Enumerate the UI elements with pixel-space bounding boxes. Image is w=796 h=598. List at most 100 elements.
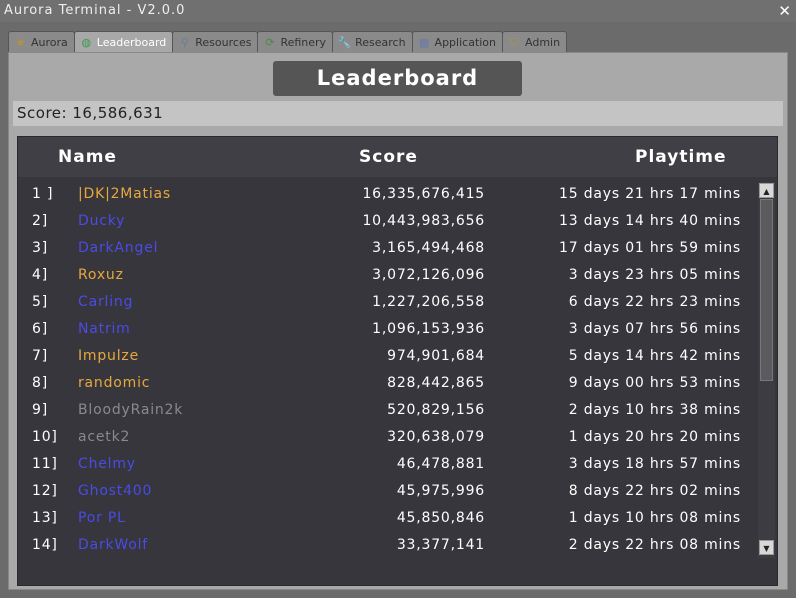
globe-icon: ◍ bbox=[81, 36, 92, 49]
tab-label: Aurora bbox=[31, 35, 68, 49]
rank: 2] bbox=[32, 213, 48, 229]
player-score-value: 974,901,684 bbox=[387, 348, 485, 364]
playtime: 13 days 14 hrs 40 mins bbox=[559, 213, 741, 229]
rank: 6] bbox=[32, 321, 48, 337]
tab-label: Resources bbox=[195, 35, 252, 49]
player-score: Score: 16,586,631 bbox=[13, 101, 783, 126]
player-score-value: 3,072,126,096 bbox=[372, 267, 485, 283]
player-name: DarkAngel bbox=[78, 240, 159, 256]
player-score-value: 45,850,846 bbox=[396, 510, 485, 526]
scrollbar[interactable]: ▲ ▼ bbox=[758, 182, 775, 558]
player-name: BloodyRain2k bbox=[78, 402, 184, 418]
playtime: 8 days 22 hrs 02 mins bbox=[568, 483, 741, 499]
column-header-playtime[interactable]: Playtime bbox=[635, 147, 727, 167]
player-score-value: 10,443,983,656 bbox=[362, 213, 485, 229]
playtime: 3 days 18 hrs 57 mins bbox=[568, 456, 741, 472]
tab-label: Research bbox=[355, 35, 406, 49]
page-title: Leaderboard bbox=[273, 61, 522, 96]
title-bar: Aurora Terminal - V2.0.0 ✕ bbox=[0, 0, 796, 22]
player-score-value: 1,096,153,936 bbox=[372, 321, 485, 337]
player-score-value: 3,165,494,468 bbox=[372, 240, 485, 256]
tab-refinery[interactable]: ⟳ Refinery bbox=[257, 31, 334, 53]
player-name: acetk2 bbox=[78, 429, 131, 445]
player-score-value: 33,377,141 bbox=[396, 537, 485, 553]
rank: 8] bbox=[32, 375, 48, 391]
rank: 11] bbox=[32, 456, 58, 472]
tab-label: Leaderboard bbox=[96, 35, 167, 49]
player-name: DarkWolf bbox=[78, 537, 149, 553]
table-row[interactable]: 11] Chelmy 46,478,881 3 days 18 hrs 57 m… bbox=[18, 452, 758, 479]
table-row[interactable]: 7] Impulze 974,901,684 5 days 14 hrs 42 … bbox=[18, 344, 758, 371]
player-name: |DK|2Matias bbox=[78, 186, 172, 202]
star-icon: ★ bbox=[15, 36, 26, 49]
player-name: Roxuz bbox=[78, 267, 124, 283]
rank: 7] bbox=[32, 348, 48, 364]
grid-icon: ▦ bbox=[418, 36, 430, 49]
scrollbar-thumb[interactable] bbox=[760, 199, 773, 381]
rank: 13] bbox=[32, 510, 58, 526]
column-header-name[interactable]: Name bbox=[58, 147, 117, 167]
scroll-down-button[interactable]: ▼ bbox=[759, 540, 774, 555]
wrench-icon: 🔧 bbox=[337, 36, 352, 49]
rank: 14] bbox=[32, 537, 58, 553]
tab-research[interactable]: 🔧 Research bbox=[332, 31, 413, 53]
player-score-value: 16,335,676,415 bbox=[362, 186, 485, 202]
table-row[interactable]: 6] Natrim 1,096,153,936 3 days 07 hrs 56… bbox=[18, 317, 758, 344]
table-row[interactable]: 1 ] |DK|2Matias 16,335,676,415 15 days 2… bbox=[18, 182, 758, 209]
close-button[interactable]: ✕ bbox=[778, 0, 792, 22]
table-row[interactable]: 14] DarkWolf 33,377,141 2 days 22 hrs 08… bbox=[18, 533, 758, 558]
playtime: 6 days 22 hrs 23 mins bbox=[568, 294, 741, 310]
player-score-value: 46,478,881 bbox=[396, 456, 485, 472]
recycle-icon: ⟳ bbox=[265, 36, 275, 49]
shield-icon: ⛉ bbox=[510, 36, 519, 49]
table-header: Name Score Playtime bbox=[18, 137, 777, 177]
tab-bar: ★ Aurora ◍ Leaderboard ⚲ Resources ⟳ Refinery 🔧 R… bbox=[8, 31, 568, 53]
rank: 4] bbox=[32, 267, 48, 283]
playtime: 17 days 01 hrs 59 mins bbox=[559, 240, 741, 256]
player-name: Chelmy bbox=[78, 456, 136, 472]
leaderboard-list: 1 ] |DK|2Matias 16,335,676,415 15 days 2… bbox=[18, 182, 758, 558]
magnifier-icon: ⚲ bbox=[180, 36, 189, 49]
player-score-value: 45,975,996 bbox=[396, 483, 485, 499]
column-header-score[interactable]: Score bbox=[359, 147, 418, 167]
window-title: Aurora Terminal - V2.0.0 bbox=[4, 3, 186, 18]
table-row[interactable]: 2] Ducky 10,443,983,656 13 days 14 hrs 4… bbox=[18, 209, 758, 236]
player-name: Por PL bbox=[78, 510, 126, 526]
playtime: 9 days 00 hrs 53 mins bbox=[568, 375, 741, 391]
player-score-value: 828,442,865 bbox=[387, 375, 485, 391]
player-score-value: 520,829,156 bbox=[387, 402, 485, 418]
table-row[interactable]: 9] BloodyRain2k 520,829,156 2 days 10 hr… bbox=[18, 398, 758, 425]
playtime: 5 days 14 hrs 42 mins bbox=[568, 348, 741, 364]
table-row[interactable]: 8] randomic 828,442,865 9 days 00 hrs 53… bbox=[18, 371, 758, 398]
table-row[interactable]: 12] Ghost400 45,975,996 8 days 22 hrs 02… bbox=[18, 479, 758, 506]
playtime: 15 days 21 hrs 17 mins bbox=[559, 186, 741, 202]
player-name: Impulze bbox=[78, 348, 139, 364]
rank: 9] bbox=[32, 402, 48, 418]
player-name: Natrim bbox=[78, 321, 131, 337]
tab-label: Application bbox=[434, 35, 497, 49]
player-name: randomic bbox=[78, 375, 151, 391]
table-row[interactable]: 13] Por PL 45,850,846 1 days 10 hrs 08 m… bbox=[18, 506, 758, 533]
tab-leaderboard[interactable]: ◍ Leaderboard bbox=[73, 31, 174, 53]
rank: 12] bbox=[32, 483, 58, 499]
tab-admin[interactable]: ⛉ Admin bbox=[502, 31, 568, 53]
leaderboard-table: Name Score Playtime 1 ] |DK|2Matias 16,3… bbox=[17, 136, 778, 586]
table-row[interactable]: 4] Roxuz 3,072,126,096 3 days 23 hrs 05 … bbox=[18, 263, 758, 290]
playtime: 2 days 22 hrs 08 mins bbox=[568, 537, 741, 553]
rank: 5] bbox=[32, 294, 48, 310]
playtime: 3 days 07 hrs 56 mins bbox=[568, 321, 741, 337]
player-name: Carling bbox=[78, 294, 134, 310]
player-score-value: 1,227,206,558 bbox=[372, 294, 485, 310]
rank: 1 ] bbox=[32, 186, 54, 202]
table-row[interactable]: 10] acetk2 320,638,079 1 days 20 hrs 20 … bbox=[18, 425, 758, 452]
playtime: 3 days 23 hrs 05 mins bbox=[568, 267, 741, 283]
tab-aurora[interactable]: ★ Aurora bbox=[8, 31, 75, 53]
rank: 10] bbox=[32, 429, 58, 445]
tab-label: Refinery bbox=[280, 35, 327, 49]
table-row[interactable]: 5] Carling 1,227,206,558 6 days 22 hrs 2… bbox=[18, 290, 758, 317]
table-row[interactable]: 3] DarkAngel 3,165,494,468 17 days 01 hr… bbox=[18, 236, 758, 263]
tab-resources[interactable]: ⚲ Resources bbox=[172, 31, 259, 53]
tab-application[interactable]: ▦ Application bbox=[411, 31, 504, 53]
scroll-up-button[interactable]: ▲ bbox=[759, 183, 774, 198]
playtime: 1 days 10 hrs 08 mins bbox=[568, 510, 741, 526]
